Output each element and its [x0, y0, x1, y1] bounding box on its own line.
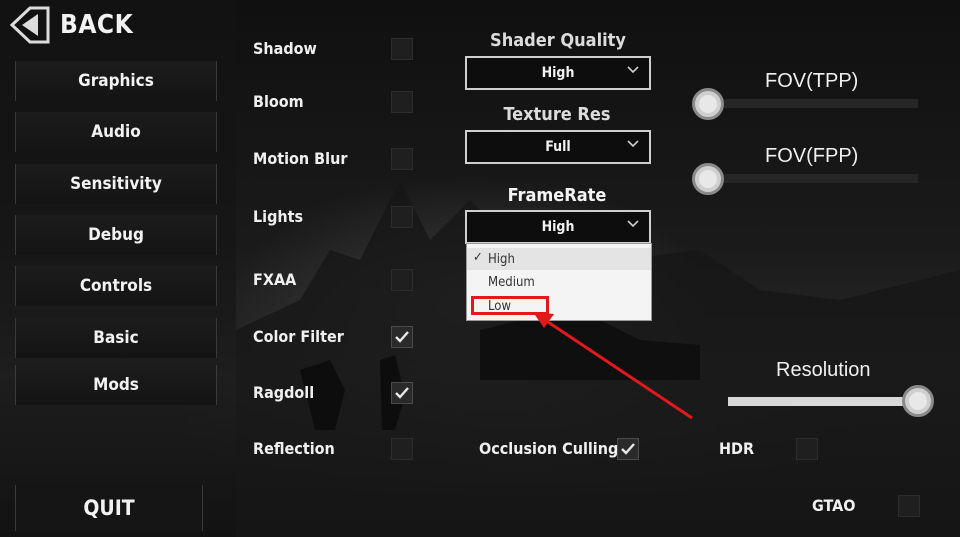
fov-fpp-label: FOV(FPP)	[765, 145, 859, 167]
fov-tpp-knob[interactable]	[692, 88, 724, 120]
resolution-track[interactable]	[728, 397, 924, 406]
resolution-label: Resolution	[776, 359, 871, 381]
fov-tpp-label: FOV(TPP)	[765, 70, 859, 92]
fov-fpp-knob[interactable]	[692, 163, 724, 195]
resolution-knob[interactable]	[902, 385, 934, 417]
fov-tpp-track[interactable]	[700, 99, 918, 108]
fov-fpp-track[interactable]	[700, 174, 918, 183]
